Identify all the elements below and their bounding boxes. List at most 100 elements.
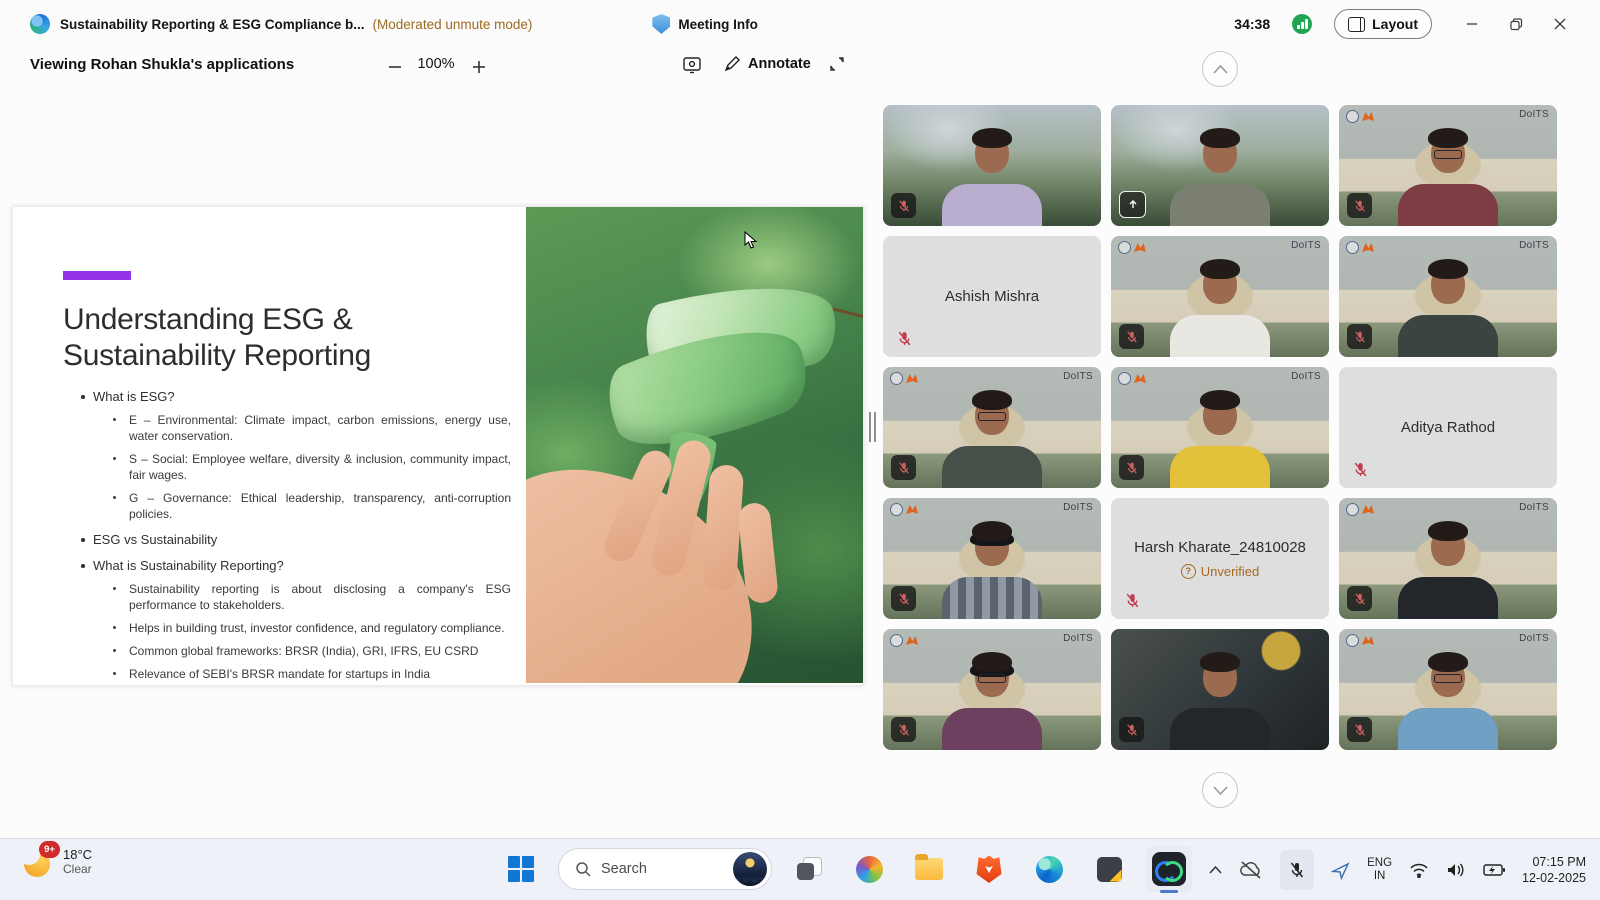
participant-grid: DoITS Ashish Mishra DoITS DoITS — [883, 105, 1557, 750]
share-screen-icon[interactable] — [682, 55, 702, 75]
weather-widget[interactable]: 9+ 18°C Clear — [24, 847, 92, 877]
brave-icon — [976, 855, 1002, 883]
bullet: Relevance of SEBI's BRSR mandate for sta… — [63, 666, 511, 682]
participant-name-tile-unverified[interactable]: Harsh Kharate_24810028 ? Unverified — [1111, 498, 1329, 619]
bullet: Helps in building trust, investor confid… — [63, 620, 511, 636]
participant-video-tile[interactable]: DoITS — [883, 367, 1101, 488]
copilot-button[interactable] — [846, 846, 892, 892]
tray-time: 07:15 PM — [1522, 854, 1586, 870]
weather-moon-icon: 9+ — [24, 847, 54, 877]
file-explorer-icon — [915, 858, 943, 880]
windows-taskbar: 9+ 18°C Clear Search — [0, 838, 1600, 900]
windows-start-icon — [508, 856, 534, 882]
search-highlight-image — [733, 852, 767, 886]
minimize-button[interactable] — [1450, 0, 1494, 48]
annotate-button[interactable]: Annotate — [724, 55, 811, 72]
participant-video-tile[interactable] — [1111, 629, 1329, 750]
search-icon — [575, 861, 591, 877]
panel-resize-handle[interactable] — [869, 412, 877, 442]
participant-video-tile[interactable]: DoITS — [1339, 629, 1557, 750]
shared-slide: Understanding ESG & Sustainability Repor… — [12, 206, 864, 686]
mouse-cursor — [744, 231, 757, 249]
volume-icon[interactable] — [1446, 862, 1466, 878]
search-placeholder: Search — [601, 861, 723, 877]
mic-muted-icon — [1347, 193, 1372, 218]
expand-panel-button[interactable] — [1202, 772, 1238, 808]
fullscreen-icon[interactable] — [828, 55, 846, 73]
onedrive-paused-icon[interactable] — [1239, 861, 1263, 879]
layout-label: Layout — [1372, 16, 1418, 32]
mic-muted-icon — [1119, 455, 1144, 480]
brave-browser-button[interactable] — [966, 846, 1012, 892]
tray-mic-muted-icon[interactable] — [1280, 850, 1314, 890]
participant-video-tile[interactable]: DoITS — [883, 498, 1101, 619]
tray-chevron-icon[interactable] — [1209, 866, 1222, 874]
mic-muted-icon — [1121, 589, 1143, 611]
zoom-out-button[interactable] — [384, 54, 406, 80]
bullet: What is Sustainability Reporting? — [63, 558, 511, 574]
notepad-button[interactable] — [1086, 846, 1132, 892]
participant-video-tile-presenter[interactable] — [1111, 105, 1329, 226]
slide-title: Understanding ESG & Sustainability Repor… — [63, 302, 371, 374]
clock-widget[interactable]: 07:15 PM 12-02-2025 — [1522, 854, 1586, 886]
active-app-indicator — [1160, 890, 1178, 894]
edge-browser-button[interactable] — [1026, 846, 1072, 892]
unverified-badge: ? Unverified — [1181, 564, 1260, 579]
viewing-label: Viewing Rohan Shukla's applications — [30, 56, 294, 73]
participant-video-tile[interactable]: DoITS — [1339, 236, 1557, 357]
participant-name: Ashish Mishra — [945, 288, 1039, 305]
close-button[interactable] — [1538, 0, 1582, 48]
meeting-timer: 34:38 — [1234, 16, 1270, 32]
wifi-icon[interactable] — [1409, 862, 1429, 878]
language-indicator[interactable]: ENG IN — [1367, 857, 1392, 883]
weather-condition: Clear — [63, 862, 92, 877]
collapse-panel-button[interactable] — [1202, 51, 1238, 87]
participant-video-tile[interactable]: DoITS — [1111, 236, 1329, 357]
moderated-mode-note: (Moderated unmute mode) — [373, 17, 533, 32]
meeting-info-shield-icon — [652, 14, 670, 34]
mic-muted-icon — [1119, 717, 1144, 742]
start-button[interactable] — [498, 846, 544, 892]
mic-muted-icon — [1347, 586, 1372, 611]
annotate-label: Annotate — [748, 56, 811, 72]
meeting-title: Sustainability Reporting & ESG Complianc… — [60, 17, 365, 32]
taskbar-search-input[interactable]: Search — [558, 848, 772, 890]
zoom-in-button[interactable] — [468, 54, 490, 80]
file-explorer-button[interactable] — [906, 846, 952, 892]
participant-name-tile[interactable]: Ashish Mishra — [883, 236, 1101, 357]
bullet: Sustainability reporting is about disclo… — [63, 581, 511, 613]
mic-muted-icon — [1347, 717, 1372, 742]
notepad-icon — [1097, 857, 1122, 882]
bullet: S – Social: Employee welfare, diversity … — [63, 451, 511, 483]
mic-muted-icon — [891, 455, 916, 480]
slide-accent-bar — [63, 271, 131, 280]
connection-quality-icon[interactable] — [1292, 14, 1312, 34]
participant-video-tile[interactable]: DoITS — [1111, 367, 1329, 488]
location-arrow-icon[interactable] — [1331, 861, 1350, 880]
participant-video-tile[interactable]: DoITS — [883, 629, 1101, 750]
layout-icon — [1348, 17, 1365, 32]
notification-badge: 9+ — [39, 841, 60, 858]
bullet: ESG vs Sustainability — [63, 532, 511, 548]
bullet: Common global frameworks: BRSR (India), … — [63, 643, 511, 659]
layout-button[interactable]: Layout — [1334, 9, 1432, 39]
participant-name-tile[interactable]: Aditya Rathod — [1339, 367, 1557, 488]
battery-icon[interactable] — [1483, 863, 1505, 877]
meeting-info-link[interactable]: Meeting Info — [678, 17, 758, 32]
webex-meeting-window: Sustainability Reporting & ESG Complianc… — [0, 0, 1600, 900]
task-view-button[interactable] — [786, 846, 832, 892]
participant-video-tile[interactable]: DoITS — [1339, 498, 1557, 619]
title-bar: Sustainability Reporting & ESG Complianc… — [0, 0, 1600, 48]
mic-muted-icon — [1347, 324, 1372, 349]
task-view-icon — [797, 857, 821, 881]
participant-video-tile[interactable] — [883, 105, 1101, 226]
bullet: E – Environmental: Climate impact, carbo… — [63, 412, 511, 444]
weather-temp: 18°C — [63, 847, 92, 862]
slide-photo-leaf-hand — [526, 207, 863, 683]
webex-logo-icon — [30, 14, 50, 34]
participant-video-tile[interactable]: DoITS — [1339, 105, 1557, 226]
webex-app-icon — [1152, 852, 1186, 886]
mic-muted-icon — [891, 717, 916, 742]
restore-button[interactable] — [1494, 0, 1538, 48]
webex-app-button-active[interactable] — [1146, 846, 1192, 892]
